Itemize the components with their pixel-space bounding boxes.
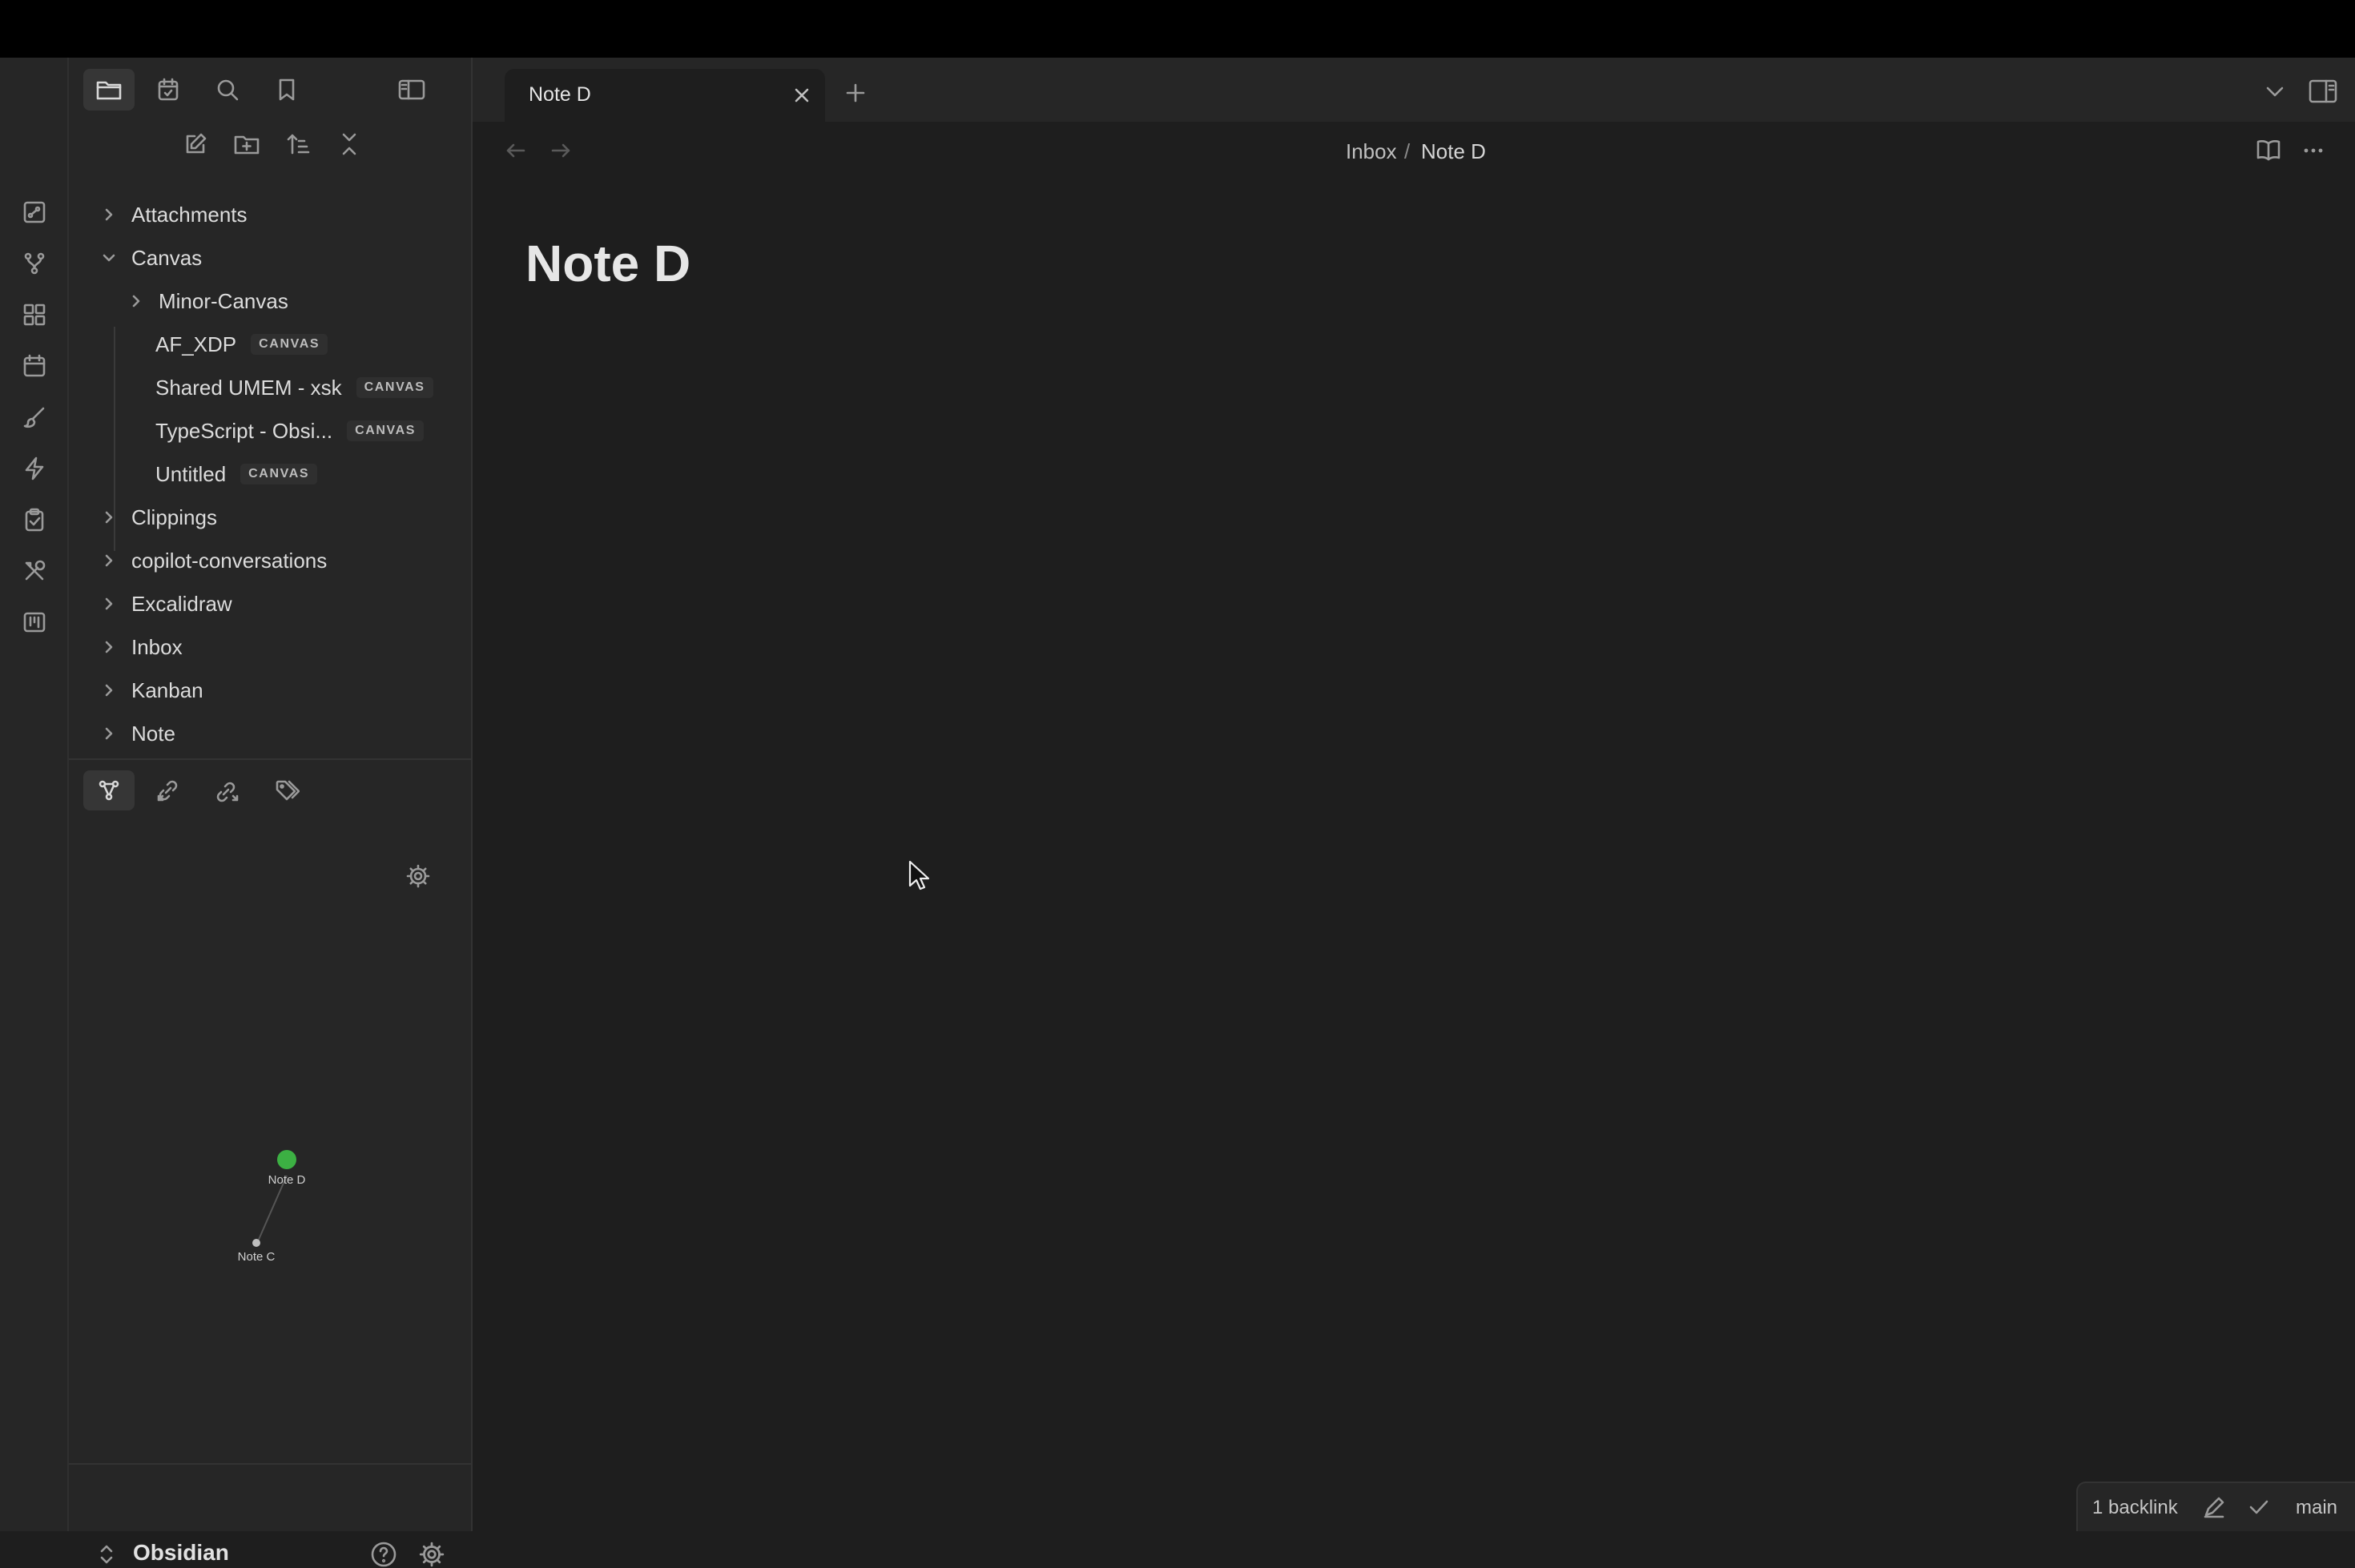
bookmark-icon[interactable] <box>261 69 312 111</box>
clipboard-icon[interactable] <box>18 503 51 537</box>
tree-item-label: copilot-conversations <box>131 548 328 573</box>
tree-item-label: Untitled <box>155 461 227 486</box>
tools-icon[interactable] <box>18 554 51 588</box>
tree-item-label: Inbox <box>131 634 183 659</box>
folder-kanban[interactable]: Kanban <box>101 670 203 710</box>
graph-node-label: Note C <box>237 1250 276 1264</box>
note-title[interactable]: Note D <box>525 234 690 293</box>
file-af-xdp[interactable]: AF_XDP CANVAS <box>155 324 328 364</box>
folder-minor-canvas[interactable]: Minor-Canvas <box>128 281 288 321</box>
tags-icon[interactable] <box>261 770 312 810</box>
file-typescript-obsi[interactable]: TypeScript - Obsi... CANVAS <box>155 411 425 451</box>
brush-icon[interactable] <box>18 400 51 434</box>
graph-settings-icon[interactable] <box>401 858 436 894</box>
graph-view-icon[interactable] <box>18 195 51 229</box>
breadcrumb-note[interactable]: Note D <box>1421 139 1486 164</box>
tree-item-label: Kanban <box>131 677 203 702</box>
collapse-all-icon[interactable] <box>330 125 368 163</box>
graph-node-note-d[interactable] <box>277 1150 296 1169</box>
tab-bar: Note D <box>473 58 2355 122</box>
help-icon[interactable] <box>370 1541 397 1568</box>
local-graph-icon[interactable] <box>83 770 135 810</box>
close-tab-icon[interactable] <box>790 83 814 107</box>
folder-excalidraw[interactable]: Excalidraw <box>101 584 232 624</box>
breadcrumb-folder[interactable]: Inbox <box>1346 139 1397 164</box>
folder-canvas[interactable]: Canvas <box>101 238 202 278</box>
tab-note-d[interactable]: Note D <box>505 69 825 122</box>
settings-icon[interactable] <box>418 1541 445 1568</box>
tree-item-label: Attachments <box>131 202 248 227</box>
forward-arrow-icon[interactable] <box>548 138 574 163</box>
edit-mode-icon[interactable] <box>2201 1494 2227 1520</box>
folder-copilot-conversations[interactable]: copilot-conversations <box>101 541 327 581</box>
back-arrow-icon[interactable] <box>503 138 529 163</box>
footer-divider <box>69 1463 471 1465</box>
canvas-badge: CANVAS <box>347 420 425 441</box>
git-branch-name[interactable]: main <box>2296 1497 2337 1519</box>
tree-item-label: AF_XDP <box>155 332 237 356</box>
tree-item-label: Excalidraw <box>131 591 232 616</box>
tree-item-label: Minor-Canvas <box>159 288 288 313</box>
vault-name[interactable]: Obsidian <box>133 1540 229 1566</box>
sort-icon[interactable] <box>279 125 317 163</box>
new-folder-icon[interactable] <box>227 125 266 163</box>
chevron-down-icon <box>103 254 115 262</box>
ribbon <box>0 58 69 1531</box>
vault-switcher-icon[interactable] <box>95 1542 119 1566</box>
right-sidebar-toggle-icon[interactable] <box>2307 75 2339 107</box>
sync-status-check-icon[interactable] <box>2246 1494 2272 1520</box>
folder-inbox[interactable]: Inbox <box>101 627 183 667</box>
folder-clippings[interactable]: Clippings <box>101 497 217 537</box>
file-untitled[interactable]: Untitled CANVAS <box>155 454 318 494</box>
dashboard-icon[interactable] <box>18 298 51 332</box>
folder-attachments[interactable]: Attachments <box>101 195 248 235</box>
chevron-right-icon <box>105 511 113 524</box>
backlink-count[interactable]: 1 backlink <box>2092 1497 2178 1519</box>
files-icon[interactable] <box>83 69 135 111</box>
graph-node-note-c[interactable] <box>252 1239 260 1247</box>
kanban-icon[interactable] <box>18 605 51 639</box>
chevron-right-icon <box>105 208 113 221</box>
status-bar: 1 backlink main <box>2076 1482 2355 1531</box>
chevron-right-icon <box>105 554 113 567</box>
git-branch-icon[interactable] <box>18 247 51 280</box>
chevron-right-icon <box>105 597 113 610</box>
tree-item-label: Canvas <box>131 245 203 270</box>
tree-item-label: TypeScript - Obsi... <box>155 418 333 443</box>
chevron-right-icon <box>105 684 113 697</box>
chevron-right-icon <box>132 295 140 308</box>
window-top-strip <box>0 0 2355 58</box>
breadcrumb-separator: / <box>1404 139 1411 163</box>
mouse-cursor-icon <box>908 860 930 891</box>
search-icon[interactable] <box>202 69 253 111</box>
new-note-icon[interactable] <box>176 125 215 163</box>
left-sidebar: Attachments Canvas Minor-Canvas AF_XDP C… <box>69 58 473 1567</box>
graph-node-label: Note D <box>268 1173 306 1187</box>
calendar-icon[interactable] <box>18 349 51 383</box>
tree-item-label: Shared UMEM - xsk <box>155 375 342 400</box>
outgoing-links-icon[interactable] <box>202 770 253 810</box>
lightning-icon[interactable] <box>18 452 51 485</box>
daily-note-icon[interactable] <box>143 69 194 111</box>
chevron-right-icon <box>105 641 113 653</box>
pane-divider <box>69 758 471 760</box>
backlinks-icon[interactable] <box>143 770 194 810</box>
more-options-icon[interactable] <box>2299 136 2328 165</box>
tab-list-chevron-icon[interactable] <box>2260 77 2289 106</box>
canvas-badge: CANVAS <box>356 377 433 398</box>
tree-item-label: Clippings <box>131 505 217 529</box>
chevron-right-icon <box>105 727 113 740</box>
tree-item-label: Note <box>131 721 175 746</box>
file-shared-umem[interactable]: Shared UMEM - xsk CANVAS <box>155 368 433 408</box>
tab-title: Note D <box>529 83 591 106</box>
canvas-badge: CANVAS <box>240 464 318 484</box>
sidebar-tab-header <box>69 58 471 122</box>
canvas-badge: CANVAS <box>251 334 328 355</box>
view-header: Inbox / Note D <box>473 122 2355 178</box>
new-tab-icon[interactable] <box>839 77 872 109</box>
reading-view-icon[interactable] <box>2254 136 2283 165</box>
sidebar-toggle-icon[interactable] <box>386 69 437 111</box>
folder-note[interactable]: Note <box>101 714 175 754</box>
